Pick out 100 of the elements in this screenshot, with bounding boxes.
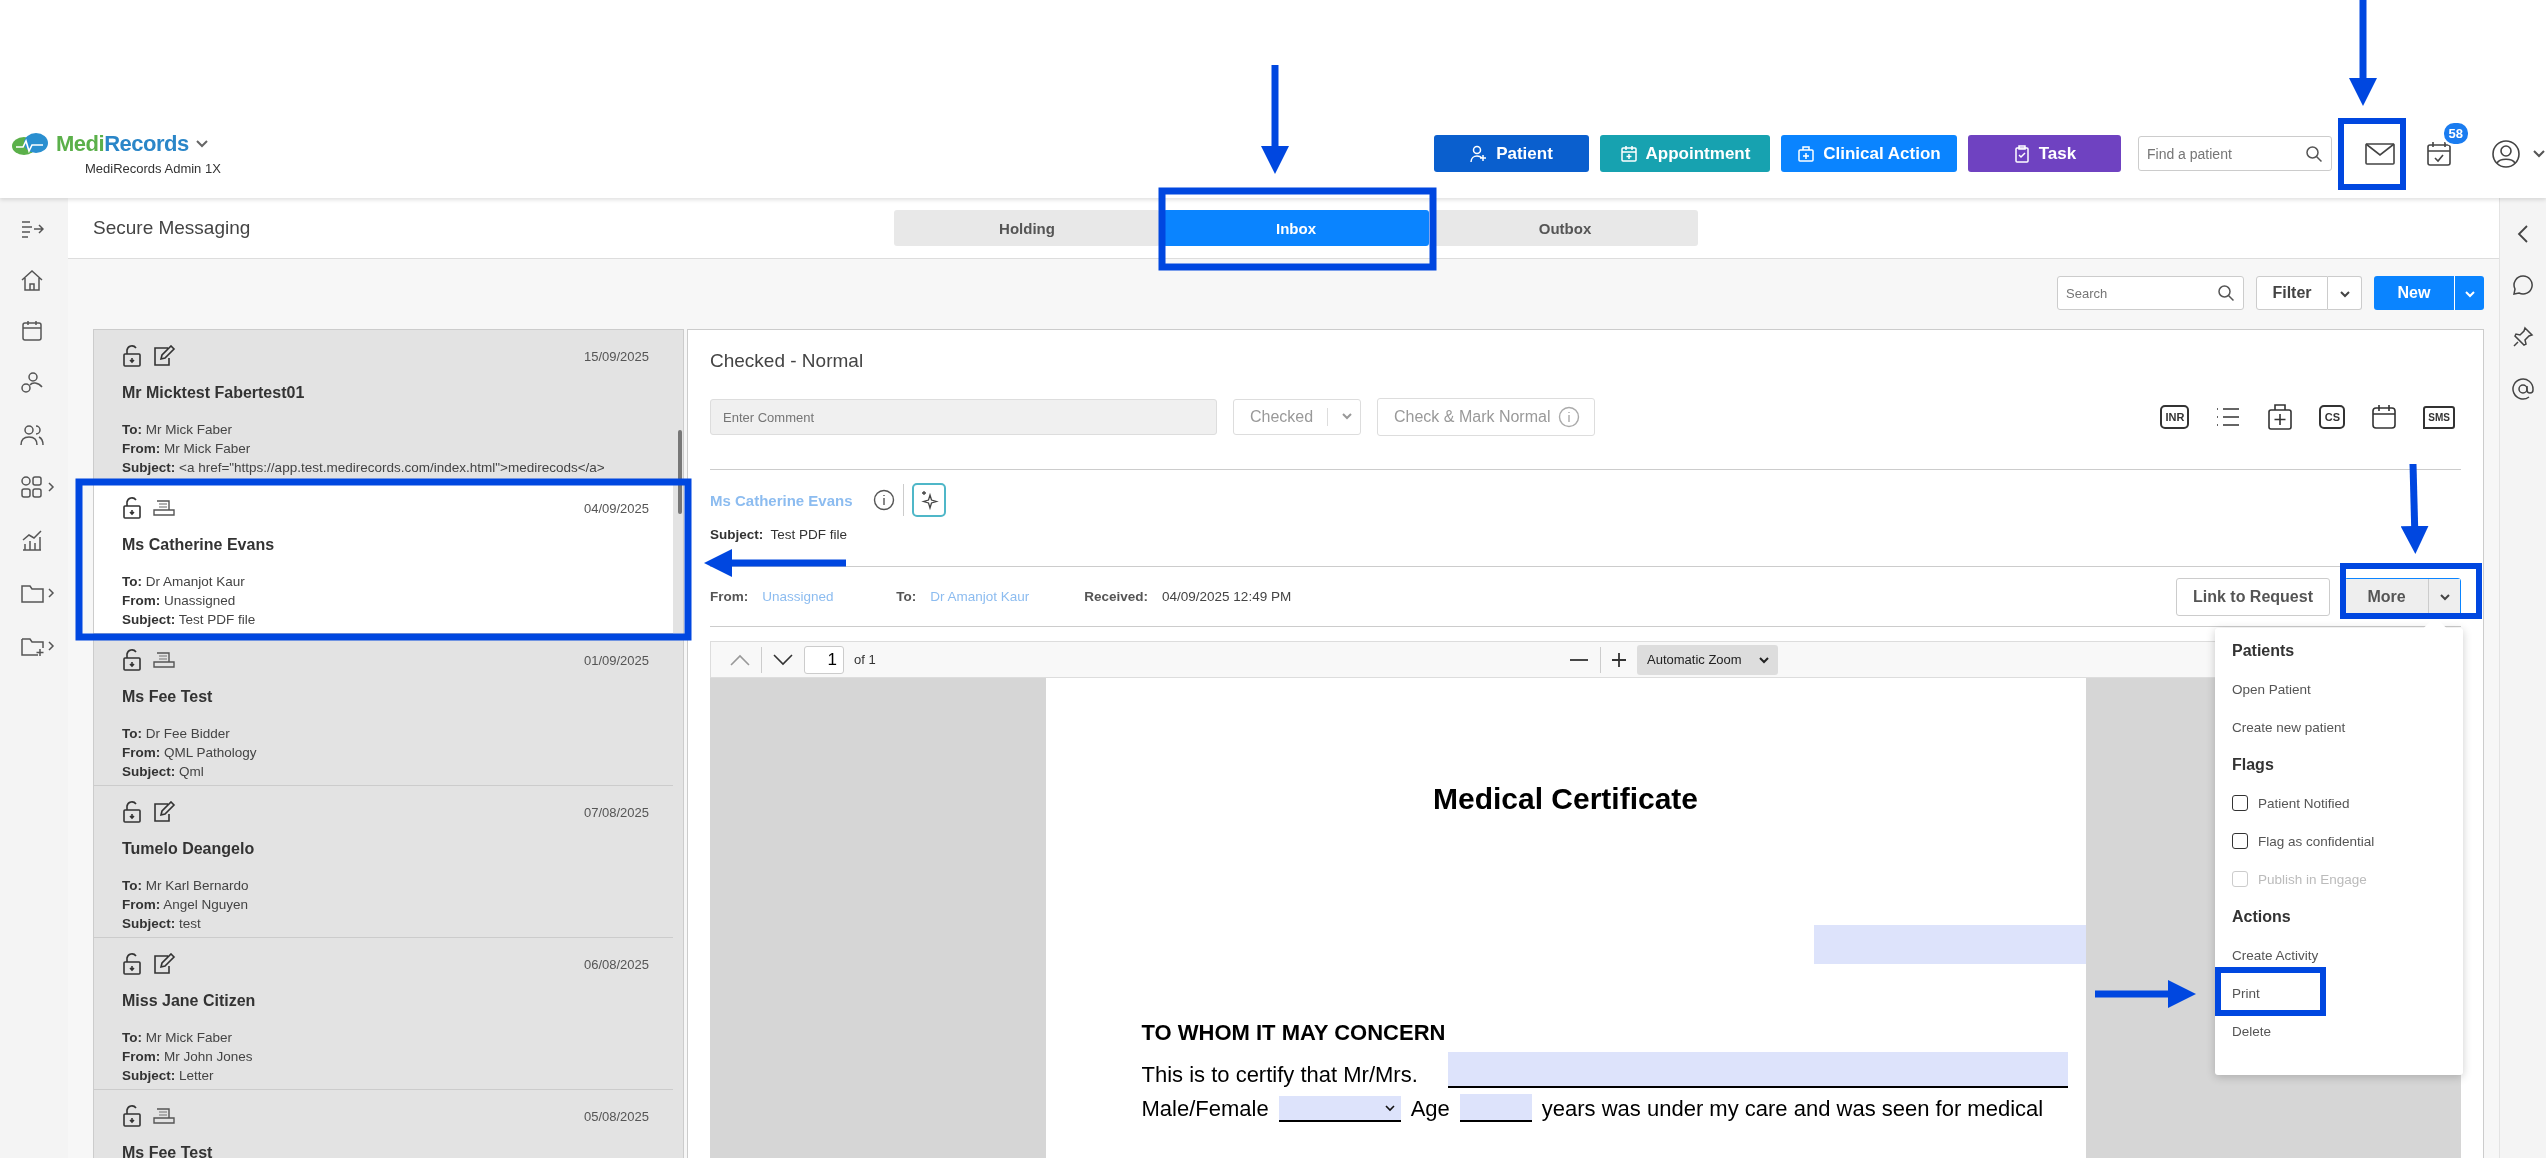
gender-select[interactable] <box>1278 1096 1401 1122</box>
clinical-button[interactable]: Clinical Action <box>1781 135 1957 172</box>
scanner-icon <box>152 1107 176 1125</box>
user-avatar-icon[interactable] <box>2491 138 2521 169</box>
calendar-icon[interactable] <box>2371 404 2398 430</box>
more-dropdown-button[interactable] <box>2428 578 2460 615</box>
next-page-icon[interactable] <box>772 652 794 667</box>
link-to-request-button[interactable]: Link to Request <box>2176 577 2330 616</box>
previous-page-icon[interactable] <box>729 652 751 667</box>
scanner-icon <box>152 651 176 669</box>
mail-icon[interactable] <box>2365 142 2395 165</box>
mention-icon[interactable] <box>2512 378 2534 400</box>
medkit-icon <box>1797 144 1816 163</box>
unlock-icon <box>122 1105 142 1127</box>
list-icon[interactable] <box>2215 406 2242 428</box>
calendar-icon[interactable] <box>20 320 44 342</box>
caret-icon[interactable] <box>2532 148 2546 159</box>
form-field[interactable] <box>1813 925 2086 964</box>
unlock-icon <box>122 953 142 975</box>
document-text: This is to certify that Mr/Mrs. <box>1141 1062 1418 1088</box>
pin-icon[interactable] <box>2512 326 2534 348</box>
document-text: years was under my care and was seen for medical <box>1541 1096 2044 1122</box>
inr-button[interactable]: INR <box>2160 405 2190 429</box>
menu-item[interactable]: Create Activity <box>2232 936 2463 974</box>
checkbox[interactable] <box>2232 795 2248 811</box>
message-field: Subject: Test PDF file <box>122 610 649 629</box>
scrollbar-thumb[interactable] <box>678 430 682 514</box>
chevron-left-icon[interactable] <box>2516 224 2530 244</box>
message-item[interactable]: 06/08/2025 Miss Jane Citizen To: Mr Mick Faber From: Mr John Jones Subject: Letter <box>94 938 673 1090</box>
document-text: Male/Female <box>1141 1096 1269 1122</box>
chat-icon[interactable] <box>2512 274 2534 296</box>
menu-item[interactable]: Delete <box>2232 1012 2463 1050</box>
received-label: Received: <box>1084 589 1149 604</box>
sender-name: Ms Fee Test <box>122 688 214 706</box>
filter-button[interactable]: Filter <box>2256 276 2328 310</box>
sender-name: Ms Catherine Evans <box>122 536 276 554</box>
task-button[interactable]: Task <box>1968 135 2121 172</box>
sparkle-button[interactable] <box>911 483 946 517</box>
checkbox[interactable] <box>2232 833 2248 849</box>
notification-badge: 58 <box>2441 120 2470 146</box>
unlock-icon <box>122 801 142 823</box>
message-date: 07/08/2025 <box>583 804 649 820</box>
checkbox-label: Publish in Engage <box>2258 871 2367 887</box>
new-dropdown-button[interactable] <box>2454 276 2484 310</box>
page-title: Secure Messaging <box>93 217 252 239</box>
document-heading: TO WHOM IT MAY CONCERN <box>1141 1020 1447 1046</box>
edit-note-icon <box>152 345 176 367</box>
menu-checkbox-item[interactable]: Patient Notified <box>2232 784 2463 822</box>
users-icon[interactable] <box>20 424 44 446</box>
collapse-menu-icon[interactable] <box>20 218 44 240</box>
menu-item[interactable]: Create new patient <box>2232 708 2463 746</box>
highlight-frame <box>2338 118 2406 190</box>
cs-button[interactable]: CS <box>2319 405 2346 429</box>
page-number-field[interactable]: 1 <box>804 645 844 674</box>
sms-button[interactable]: SMS <box>2423 405 2455 429</box>
menu-section-title: Patients <box>2232 641 2296 661</box>
menu-checkbox-item[interactable]: Flag as confidential <box>2232 822 2463 860</box>
patient-button[interactable]: Patient <box>1434 135 1589 172</box>
people-icon[interactable] <box>20 371 44 395</box>
tab[interactable]: Holding <box>894 210 1160 246</box>
search-field[interactable]: Search <box>2057 276 2244 310</box>
caret-icon <box>1340 412 1354 422</box>
caret-icon <box>2338 289 2351 298</box>
brand-name: MediRecords <box>56 131 189 157</box>
home-icon[interactable] <box>20 269 44 291</box>
menu-item[interactable]: Open Patient <box>2232 670 2463 708</box>
caret-icon[interactable] <box>194 139 209 149</box>
menu-section-title: Actions <box>2232 907 2292 927</box>
message-field: To: Mr Mick Faber <box>122 420 649 439</box>
message-field: From: Mr John Jones <box>122 1047 649 1066</box>
message-field: Subject: test <box>122 914 649 933</box>
apps-icon[interactable] <box>20 475 56 499</box>
more-button[interactable]: More <box>2345 578 2428 615</box>
tab[interactable]: Inbox <box>1163 210 1429 246</box>
message-item[interactable]: 15/09/2025 Mr Micktest Fabertest01 To: Mr Mick Faber From: Mr Mick Faber Subject: <a href="https://app.test.medirecords.com/index.html">medirecods</a> <box>94 330 673 482</box>
message-item[interactable]: 01/09/2025 Ms Fee Test To: Dr Fee Bidder From: QML Pathology Subject: Qml <box>94 634 673 786</box>
subject-line: Subject: Test PDF file <box>710 527 849 542</box>
age-field[interactable] <box>1459 1094 1532 1122</box>
message-date: 05/08/2025 <box>583 1108 649 1124</box>
message-field: Subject: <a href="https://app.test.medirecords.com/index.html">medirecods</a> <box>122 458 649 477</box>
comment-field[interactable]: Enter Comment <box>710 399 1217 435</box>
info-icon[interactable] <box>872 489 895 511</box>
message-field: Subject: Letter <box>122 1066 649 1085</box>
edit-note-icon <box>152 801 176 823</box>
new-button[interactable]: New <box>2374 276 2454 310</box>
patient-search-field[interactable]: Find a patient <box>2138 136 2332 171</box>
calendar-check-icon[interactable] <box>2426 140 2452 167</box>
status-title: Checked - Normal <box>710 350 865 372</box>
zoom-select[interactable]: Automatic Zoom <box>1637 644 1778 675</box>
medkit-icon[interactable] <box>2267 403 2294 431</box>
unlock-icon <box>122 649 142 671</box>
message-date: 04/09/2025 <box>583 500 649 516</box>
chart-icon[interactable] <box>20 528 44 552</box>
message-item[interactable]: 07/08/2025 Tumelo Deangelo To: Mr Karl Bernardo From: Angel Nguyen Subject: test <box>94 786 673 938</box>
caret-icon <box>2463 289 2476 298</box>
received-date: 04/09/2025 12:49 PM <box>1162 589 1292 604</box>
name-field[interactable] <box>1447 1052 2068 1088</box>
menu-item[interactable]: Print <box>2232 974 2463 1012</box>
zoom-in-icon[interactable] <box>1611 651 1627 668</box>
message-item[interactable]: 05/08/2025 Ms Fee Test <box>94 1090 673 1158</box>
